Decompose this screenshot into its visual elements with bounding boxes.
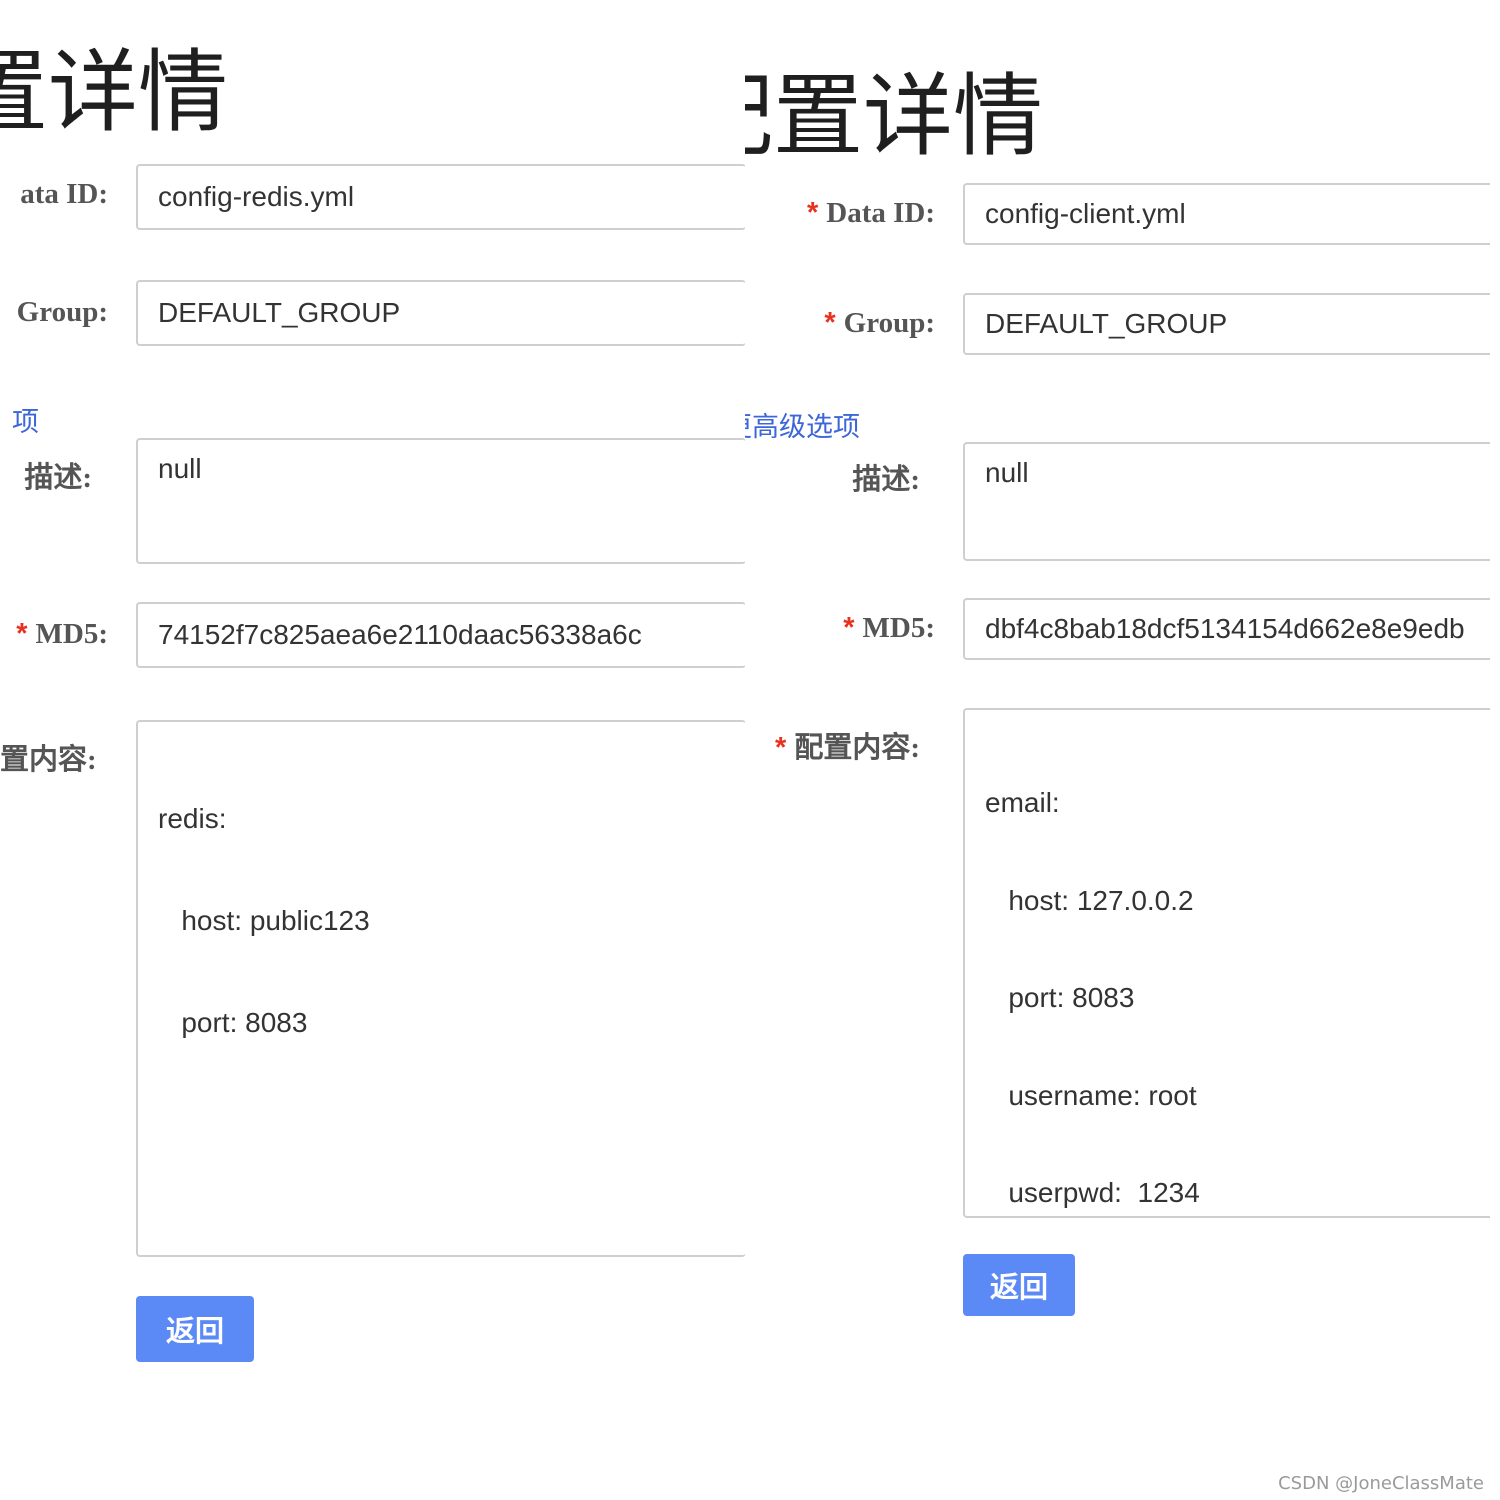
description-field[interactable]: null bbox=[963, 442, 1490, 561]
group-label: * Group: bbox=[824, 307, 935, 339]
content-label: 置内容: bbox=[0, 744, 97, 776]
back-button[interactable]: 返回 bbox=[136, 1296, 254, 1362]
right-config-detail-panel: 配置详情 *Data ID: config-client.yml *Group:… bbox=[745, 0, 1490, 1500]
description-label: 描述: bbox=[24, 462, 92, 494]
required-mark: * bbox=[16, 618, 28, 650]
md5-label: * MD5: bbox=[843, 612, 935, 644]
content-line: username: root bbox=[985, 1079, 1197, 1111]
required-mark: * bbox=[775, 732, 787, 764]
group-field[interactable]: DEFAULT_GROUP bbox=[136, 280, 745, 346]
content-line: redis: bbox=[158, 803, 227, 834]
required-mark: * bbox=[824, 307, 836, 339]
data-id-field[interactable]: config-client.yml bbox=[963, 183, 1490, 245]
left-config-detail-panel: 置详情 ata ID: config-redis.yml Group: DEFA… bbox=[0, 0, 745, 1500]
md5-field[interactable]: 74152f7c825aea6e2110daac56338a6c bbox=[136, 602, 745, 668]
back-button[interactable]: 返回 bbox=[963, 1254, 1075, 1316]
required-mark: * bbox=[843, 612, 855, 644]
content-line: host: 127.0.0.2 bbox=[985, 884, 1194, 916]
data-id-label: * Data ID: bbox=[806, 197, 935, 229]
content-line: port: 8083 bbox=[158, 1007, 308, 1038]
content-line: email: bbox=[985, 787, 1060, 818]
content-label: * 配置内容: bbox=[775, 732, 920, 764]
content-editor[interactable]: redis: host: public123 port: 8083 bbox=[136, 720, 745, 1257]
description-label: 描述: bbox=[852, 464, 920, 496]
advanced-options-link[interactable]: 更高级选项 bbox=[745, 405, 860, 444]
content-line: host: public123 bbox=[158, 905, 370, 936]
required-mark: * bbox=[806, 197, 819, 229]
watermark: CSDN @JoneClassMate bbox=[1278, 1473, 1484, 1494]
data-id-label: ata ID: bbox=[20, 178, 108, 210]
content-editor[interactable]: email: host: 127.0.0.2 port: 8083 userna… bbox=[963, 708, 1490, 1218]
data-id-field[interactable]: config-redis.yml bbox=[136, 164, 745, 230]
group-field[interactable]: DEFAULT_GROUP bbox=[963, 293, 1490, 355]
advanced-options-link[interactable]: 项 bbox=[12, 400, 39, 439]
md5-field[interactable]: dbf4c8bab18dcf5134154d662e8e9edb bbox=[963, 598, 1490, 660]
page-title: 置详情 bbox=[0, 43, 228, 143]
md5-label: * MD5: bbox=[16, 618, 108, 650]
content-line: port: 8083 bbox=[985, 982, 1135, 1013]
content-line: userpwd: 1234 bbox=[985, 1177, 1200, 1208]
page-title: 配置详情 bbox=[745, 67, 1043, 167]
description-field[interactable]: null bbox=[136, 438, 745, 564]
group-label: Group: bbox=[16, 296, 108, 328]
